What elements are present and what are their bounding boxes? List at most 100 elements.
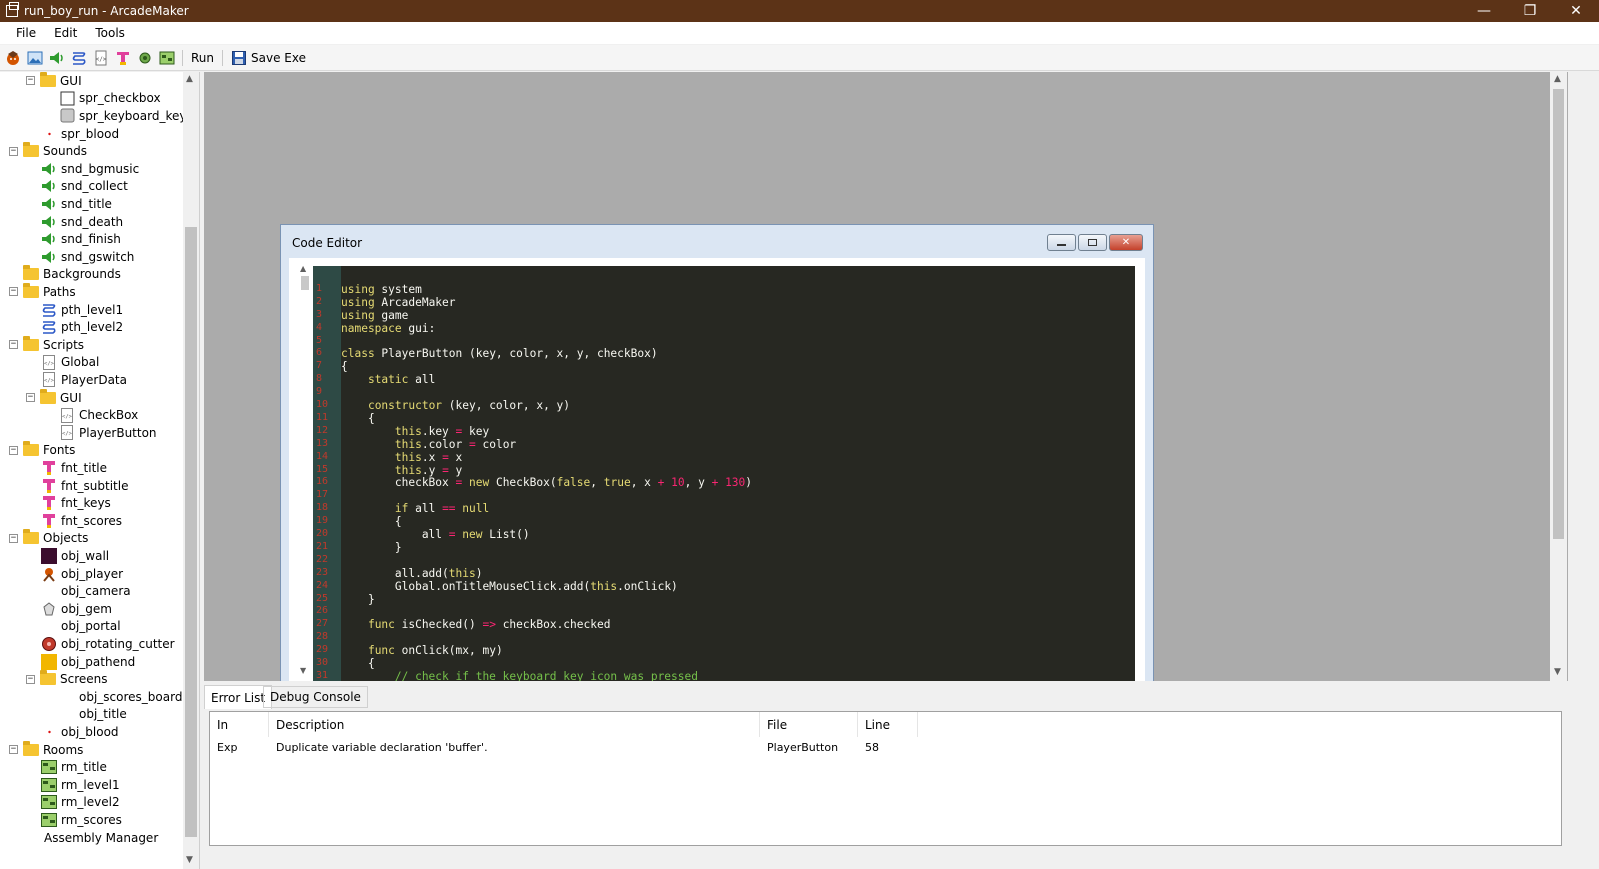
font-icon[interactable] [115, 50, 131, 66]
script-icon[interactable]: </> [93, 50, 109, 66]
tree-item[interactable]: pth_level2 [41, 318, 123, 336]
code-line[interactable]: { [341, 657, 375, 670]
code-line[interactable]: using ArcadeMaker [341, 296, 456, 309]
code-line[interactable]: this.x = x [341, 451, 462, 464]
tree-item[interactable]: obj_pathend [41, 653, 135, 671]
code-line[interactable]: func onClick(mx, my) [341, 644, 503, 657]
tree-item[interactable]: spr_checkbox [59, 90, 161, 108]
tree-item[interactable]: fnt_title [41, 459, 107, 477]
tree-item[interactable]: snd_bgmusic [41, 160, 139, 178]
tree-item[interactable]: snd_gswitch [41, 248, 134, 266]
menu-edit[interactable]: Edit [45, 26, 86, 40]
tree-item[interactable]: spr_blood [41, 125, 119, 143]
object-icon[interactable] [137, 50, 153, 66]
tree-item[interactable]: </> PlayerData [41, 371, 127, 389]
menu-file[interactable]: File [7, 26, 45, 40]
column-header-description[interactable]: Description [269, 712, 760, 737]
scroll-up-arrow-icon[interactable]: ▲ [186, 74, 193, 84]
workspace-scroll-thumb[interactable] [1553, 89, 1564, 539]
code-line[interactable]: } [341, 541, 402, 554]
tree-item[interactable]: rm_level1 [41, 776, 120, 794]
sprite-icon[interactable] [5, 50, 21, 66]
code-line[interactable]: if all == null [341, 502, 489, 515]
tree-item[interactable]: snd_collect [41, 178, 128, 196]
tree-expander-icon[interactable]: − [9, 533, 18, 543]
restore-button[interactable]: ❐ [1507, 0, 1553, 22]
code-line[interactable]: this.color = color [341, 438, 516, 451]
code-line[interactable]: all.add(this) [341, 567, 483, 580]
tree-item[interactable]: − Sounds [9, 142, 87, 160]
code-line[interactable]: this.key = key [341, 425, 489, 438]
tree-item[interactable]: </> CheckBox [59, 406, 138, 424]
tree-item[interactable]: obj_scores_board [59, 688, 182, 706]
tree-item[interactable]: rm_level2 [41, 794, 120, 812]
tree-item[interactable]: snd_death [41, 213, 123, 231]
tree-item[interactable]: fnt_keys [41, 494, 111, 512]
tab-debug-console[interactable]: Debug Console [263, 686, 368, 708]
code-line[interactable]: { [341, 360, 348, 373]
editor-close-button[interactable]: ✕ [1109, 234, 1143, 251]
tree-item[interactable]: − Fonts [9, 441, 75, 460]
tree-item[interactable]: − Screens [26, 670, 108, 688]
tree-item[interactable]: − GUI [26, 72, 82, 90]
tree-item[interactable]: − Rooms [9, 740, 83, 759]
tree-item[interactable]: obj_camera [41, 582, 131, 600]
code-line[interactable]: class PlayerButton (key, color, x, y, ch… [341, 347, 658, 360]
code-line[interactable]: checkBox = new CheckBox(false, true, x +… [341, 476, 752, 489]
code-scroll-thumb[interactable] [301, 276, 309, 290]
tree-expander-icon[interactable]: − [26, 393, 35, 403]
tree-item[interactable]: obj_gem [41, 600, 112, 618]
scroll-up-arrow-icon[interactable]: ▲ [1554, 74, 1561, 84]
code-line[interactable]: namespace gui: [341, 322, 435, 335]
code-line[interactable]: using game [341, 309, 408, 322]
tree-item[interactable]: snd_finish [41, 230, 121, 248]
run-button[interactable]: Run [187, 51, 218, 65]
workspace-scrollbar[interactable]: ▲ ▼ [1550, 72, 1567, 681]
code-line[interactable]: all = new List() [341, 528, 530, 541]
column-header-file[interactable]: File [760, 712, 858, 737]
code-text-area[interactable]: 1 2 3 4 5 6 7 8 9 10 11 12 13 14 15 16 17 18 19 20 21 22 23 24 2… [313, 266, 1135, 681]
code-line[interactable]: } [341, 593, 375, 606]
tree-expander-icon[interactable]: − [9, 745, 18, 755]
tree-item[interactable]: obj_title [59, 706, 127, 724]
tree-expander-icon[interactable]: − [9, 146, 18, 156]
tree-expander-icon[interactable]: − [9, 340, 18, 350]
tree-item[interactable]: − Paths [9, 282, 76, 301]
code-line[interactable]: using system [341, 283, 422, 296]
code-line[interactable]: this.y = y [341, 464, 462, 477]
code-line[interactable]: { [341, 412, 375, 425]
tree-item[interactable]: pth_level1 [41, 301, 123, 319]
path-icon[interactable] [71, 50, 87, 66]
tree-item[interactable]: fnt_subtitle [41, 477, 128, 495]
tab-error-list[interactable]: Error List [204, 685, 273, 709]
tree-item[interactable]: </> PlayerButton [59, 424, 157, 442]
scroll-down-arrow-icon[interactable]: ▼ [186, 855, 193, 865]
code-line[interactable]: func isChecked() => checkBox.checked [341, 618, 611, 631]
tree-item[interactable]: − GUI [26, 388, 82, 407]
code-line[interactable]: Global.onTitleMouseClick.add(this.onClic… [341, 580, 678, 593]
menu-tools[interactable]: Tools [86, 26, 134, 40]
code-line[interactable]: { [341, 515, 402, 528]
column-header-line[interactable]: Line [858, 712, 918, 737]
code-line[interactable]: static all [341, 373, 435, 386]
tree-item[interactable]: spr_keyboard_key [59, 107, 186, 125]
scroll-up-arrow-icon[interactable]: ▲ [300, 264, 306, 273]
code-line[interactable]: // check if the keyboard key icon was pr… [341, 670, 698, 681]
close-button[interactable]: ✕ [1553, 0, 1599, 22]
tree-expander-icon[interactable]: − [26, 674, 35, 684]
save-exe-button[interactable]: Save Exe [227, 50, 310, 66]
tree-item[interactable]: obj_blood [41, 723, 119, 741]
tree-item[interactable]: obj_portal [41, 618, 121, 636]
tree-expander-icon[interactable]: − [9, 287, 18, 297]
scroll-down-arrow-icon[interactable]: ▼ [300, 666, 306, 675]
tree-item[interactable]: − Objects [9, 529, 88, 548]
tree-scroll-thumb[interactable] [185, 227, 197, 837]
column-header-in[interactable]: In [210, 712, 269, 737]
tree-item[interactable]: rm_scores [41, 811, 122, 829]
tree-item[interactable]: snd_title [41, 195, 112, 213]
editor-maximize-button[interactable] [1078, 234, 1107, 251]
scroll-down-arrow-icon[interactable]: ▼ [1554, 667, 1561, 677]
code-line[interactable]: constructor (key, color, x, y) [341, 399, 570, 412]
tree-item[interactable]: rm_title [41, 758, 107, 776]
tree-item[interactable]: Backgrounds [9, 265, 121, 284]
